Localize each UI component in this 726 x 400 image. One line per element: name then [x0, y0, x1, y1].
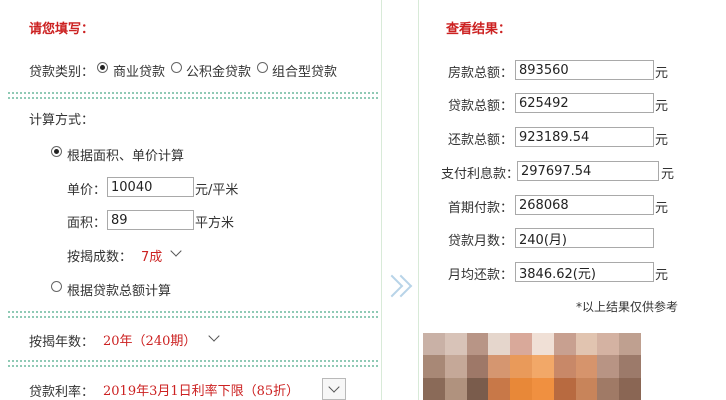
- panel-border-left: [381, 0, 382, 400]
- years-label: 按揭年数：: [29, 335, 95, 350]
- option-commercial-label: 商业贷款: [113, 65, 166, 80]
- down-ratio-label: 按揭成数：: [67, 250, 133, 265]
- option-by-total-label: 根据贷款总额计算: [67, 284, 172, 299]
- rate-label: 贷款利率：: [29, 385, 95, 400]
- radio-fund[interactable]: [171, 62, 182, 73]
- panel-border-right: [418, 0, 419, 400]
- years-select[interactable]: 20年（240期）: [103, 330, 196, 349]
- area-unit: 平方米: [195, 216, 235, 231]
- result-label-monthly: 月均还款：: [448, 268, 514, 283]
- result-label-interest: 支付利息款：: [441, 167, 520, 182]
- loan-type-label: 贷款类别：: [29, 65, 95, 80]
- result-loan-total[interactable]: [515, 93, 654, 113]
- divider-3: [8, 360, 378, 362]
- result-label-repay-total: 还款总额：: [448, 133, 514, 148]
- result-repay-total[interactable]: [515, 127, 654, 147]
- radio-by-total[interactable]: [51, 281, 62, 292]
- area-label: 面积：: [67, 216, 107, 231]
- result-label-total-price: 房款总额：: [448, 66, 514, 81]
- result-interest[interactable]: [517, 161, 659, 181]
- unit-price-unit: 元/平米: [195, 183, 239, 198]
- radio-by-area[interactable]: [51, 146, 62, 157]
- result-label-down-payment: 首期付款：: [448, 201, 514, 216]
- area-input[interactable]: [107, 210, 194, 230]
- result-unit-down-payment: 元: [655, 201, 669, 216]
- rate-dropdown-button[interactable]: [322, 378, 346, 400]
- result-label-loan-total: 贷款总额：: [448, 99, 514, 114]
- divider-1: [8, 92, 378, 94]
- result-monthly[interactable]: [515, 262, 654, 282]
- result-unit-total-price: 元: [655, 66, 669, 81]
- down-ratio-select[interactable]: 7成: [141, 246, 162, 265]
- divider-2: [8, 311, 378, 313]
- result-note: *以上结果仅供参考: [576, 300, 679, 314]
- rate-chevron-down-icon: [328, 381, 340, 393]
- radio-commercial[interactable]: [97, 62, 108, 73]
- option-by-area-label: 根据面积、单价计算: [67, 149, 185, 164]
- blurred-ad-image: [423, 333, 641, 400]
- result-unit-interest: 元: [661, 167, 675, 182]
- middle-gutter: [381, 0, 418, 400]
- option-combined-label: 组合型贷款: [272, 65, 338, 80]
- divider-3b: [8, 365, 378, 367]
- result-label-months: 贷款月数：: [448, 234, 514, 249]
- divider-2b: [8, 316, 378, 318]
- rate-select[interactable]: 2019年3月1日利率下限（85折）: [103, 380, 299, 399]
- result-unit-loan-total: 元: [655, 99, 669, 114]
- radio-combined[interactable]: [257, 62, 268, 73]
- calc-method-label: 计算方式：: [29, 113, 95, 128]
- unit-price-input[interactable]: [107, 177, 194, 197]
- result-months[interactable]: [515, 228, 654, 248]
- divider-1b: [8, 97, 378, 99]
- result-total-price[interactable]: [515, 60, 654, 80]
- unit-price-label: 单价：: [67, 183, 107, 198]
- result-down-payment[interactable]: [515, 195, 654, 215]
- input-section-title: 请您填写：: [29, 22, 95, 37]
- results-section-title: 查看结果：: [446, 22, 512, 37]
- option-fund-label: 公积金贷款: [186, 65, 252, 80]
- result-unit-monthly: 元: [655, 268, 669, 283]
- result-unit-repay-total: 元: [655, 133, 669, 148]
